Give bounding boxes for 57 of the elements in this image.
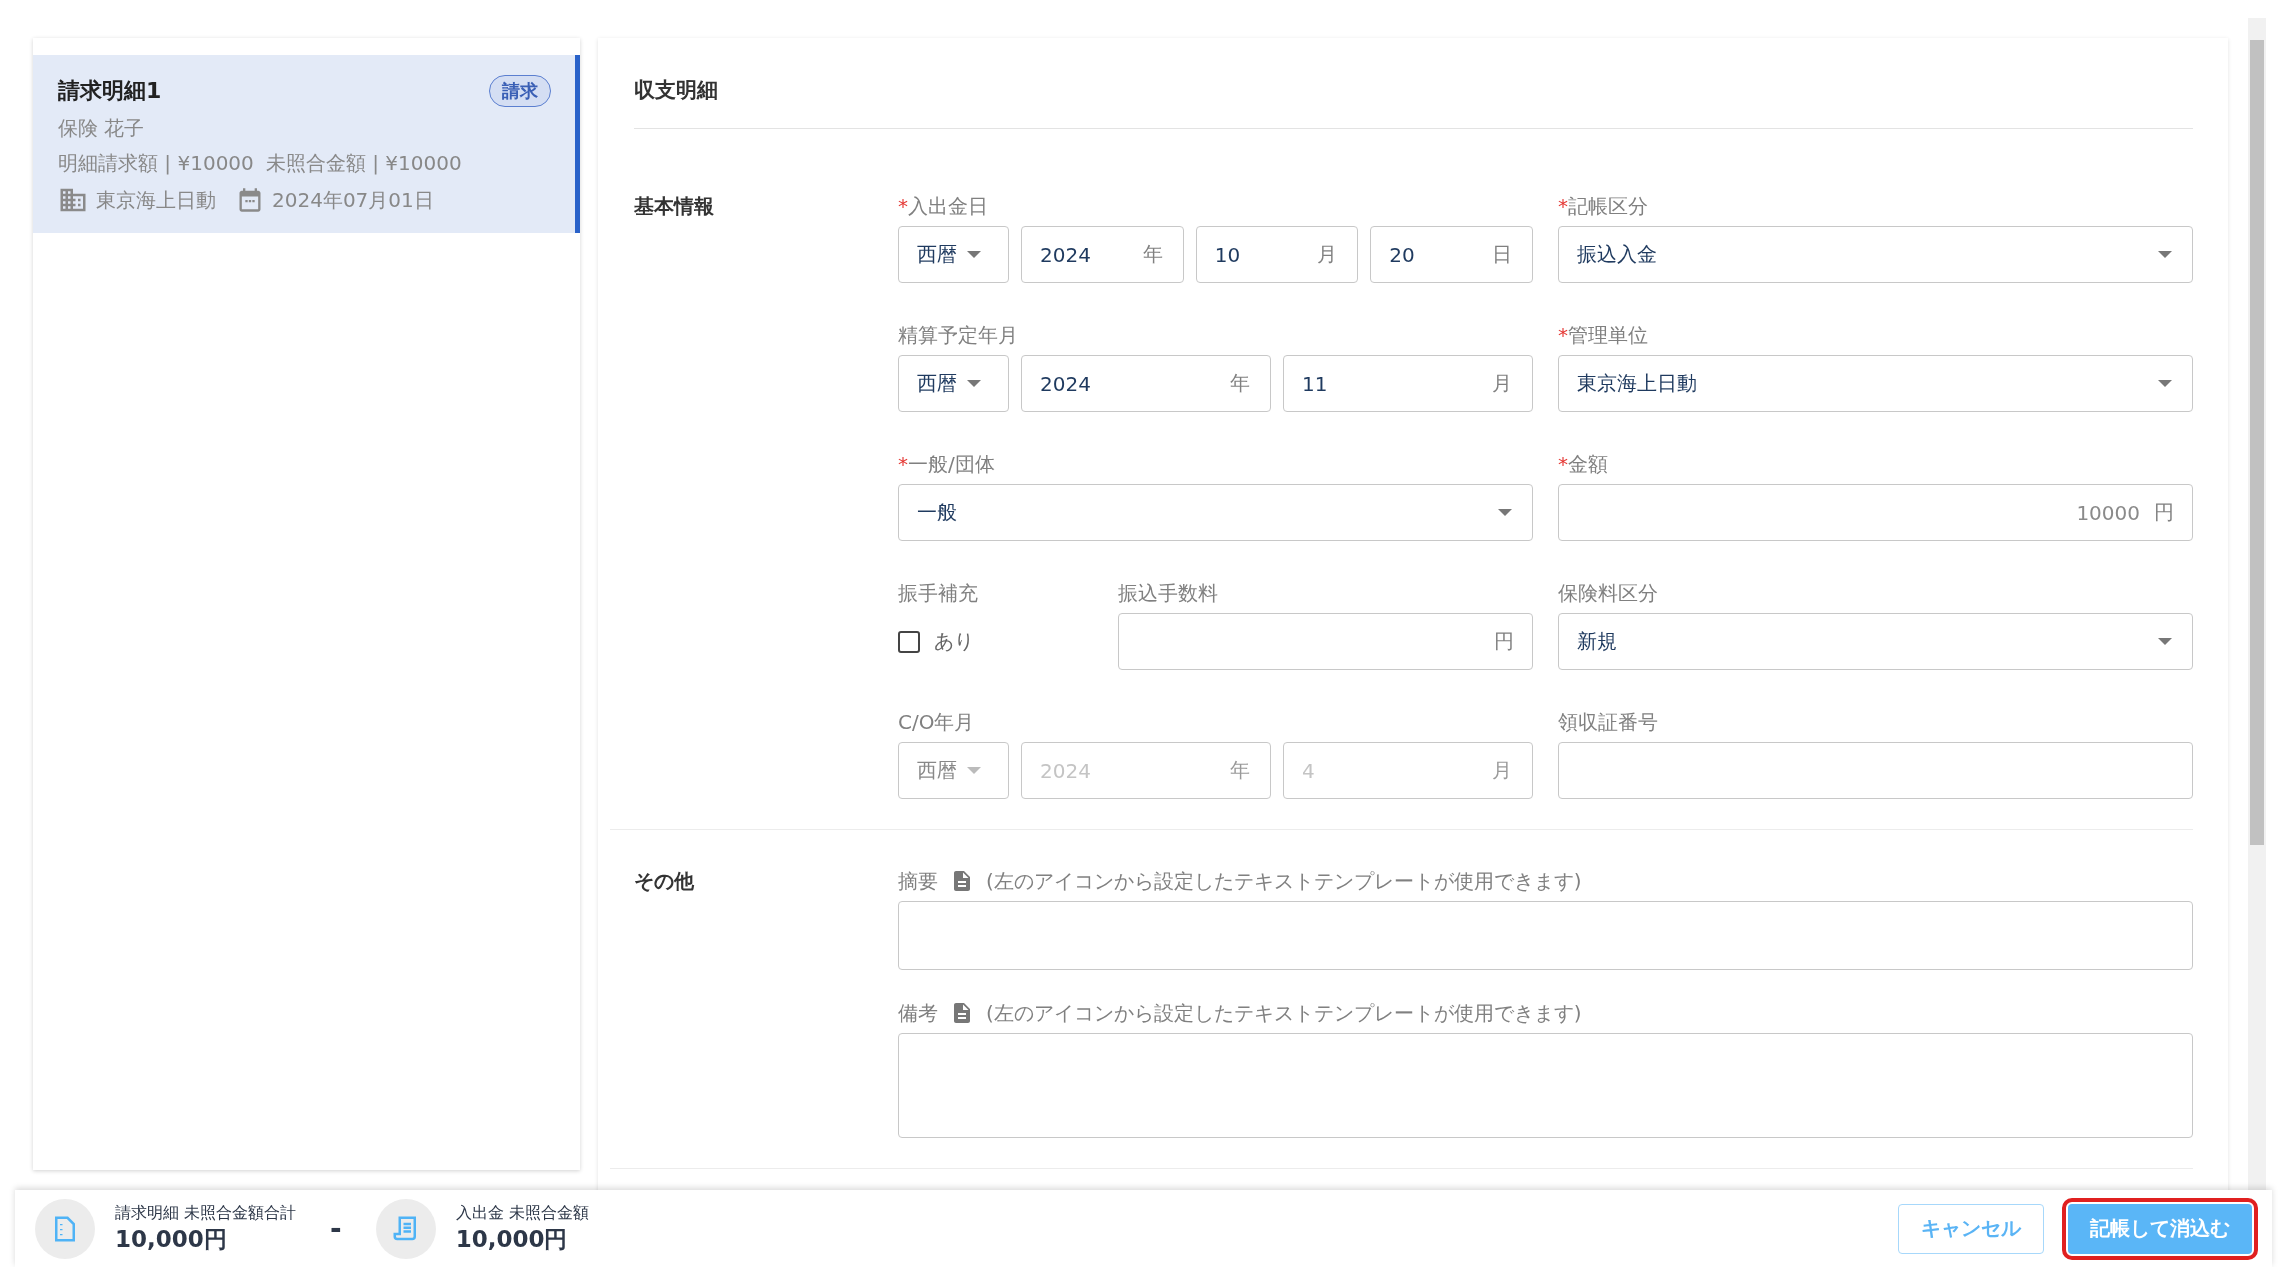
date-input[interactable]: 11 月	[1283, 355, 1533, 412]
field-label: 振手補充	[898, 581, 978, 605]
caret-icon	[2158, 638, 2172, 645]
amount-text: 未照合金額 | ¥10000	[265, 150, 462, 177]
hint-text: (左のアイコンから設定したテキストテンプレートが使用できます)	[986, 1000, 1582, 1027]
field-label: 精算予定年月	[898, 323, 1018, 347]
caret-icon	[2158, 251, 2172, 258]
section-title: その他	[634, 868, 695, 895]
caret-icon	[2158, 380, 2172, 387]
caret-icon	[967, 251, 981, 258]
field-label: *金額	[1558, 452, 1608, 476]
customer-name: 保険 花子	[58, 115, 146, 142]
caret-icon	[967, 380, 981, 387]
date-text: 2024年07月01日	[272, 186, 434, 214]
checkbox-label: あり	[934, 628, 974, 655]
caret-icon	[967, 767, 981, 774]
summary-amount: 10,000円	[455, 1224, 569, 1254]
field-label: 摘要	[898, 868, 938, 895]
field-label: *一般/団体	[898, 452, 995, 476]
field-label: *記帳区分	[1558, 194, 1648, 218]
field-label: 振込手数料	[1118, 581, 1218, 605]
hint-text: (左のアイコンから設定したテキストテンプレートが使用できます)	[986, 868, 1582, 895]
field-label: *入出金日	[898, 194, 988, 218]
field-label: 領収証番号	[1558, 710, 1658, 734]
text-input[interactable]	[1558, 742, 2193, 799]
item-title: 請求明細1	[58, 77, 162, 105]
date-input[interactable]: 20 日	[1370, 226, 1533, 283]
company-name: 東京海上日動	[96, 186, 216, 214]
checkbox[interactable]	[898, 630, 920, 653]
caret-icon	[1498, 509, 1512, 516]
type-tag: 請求	[489, 75, 551, 107]
summary-label: 入出金 未照合金額	[455, 1202, 589, 1224]
minus-sign: -	[330, 1212, 342, 1245]
dropdown-field[interactable]: 振込入金	[1558, 226, 2193, 283]
amount-input[interactable]: 円	[1118, 613, 1533, 670]
panel-title: 収支明細	[634, 38, 2193, 129]
scrollbar[interactable]	[2248, 18, 2266, 1193]
field-label: 保険料区分	[1558, 581, 1658, 605]
dropdown-field[interactable]: 東京海上日動	[1558, 355, 2193, 412]
era-dropdown[interactable]: 西暦	[898, 355, 1009, 412]
summary-amount: 10,000円	[115, 1224, 228, 1254]
field-label: C/O年月	[898, 710, 975, 734]
invoice-list-item[interactable]: 請求明細1 請求 保険 花子 明細請求額 | ¥10000 未照合金額 | ¥10000 東京海上日動 2024年07月01日	[33, 55, 580, 233]
date-input[interactable]: 2024 年	[1021, 226, 1184, 283]
amount-input[interactable]: 10000 円	[1558, 484, 2193, 541]
summary-label: 請求明細 未照合金額合計	[115, 1202, 297, 1224]
dropdown-field[interactable]: 一般	[898, 484, 1533, 541]
dropdown-field[interactable]: 新規	[1558, 613, 2193, 670]
text-area[interactable]	[898, 901, 2193, 970]
field-label: 備考	[898, 1000, 938, 1027]
amount-text: 明細請求額 | ¥10000	[58, 150, 254, 177]
field-label: *管理単位	[1558, 323, 1648, 347]
date-input[interactable]: 2024 年	[1021, 355, 1271, 412]
text-area[interactable]	[898, 1033, 2193, 1138]
era-dropdown[interactable]: 西暦	[898, 226, 1009, 283]
section-title: 基本情報	[634, 193, 715, 220]
date-input[interactable]: 10 月	[1195, 226, 1359, 283]
